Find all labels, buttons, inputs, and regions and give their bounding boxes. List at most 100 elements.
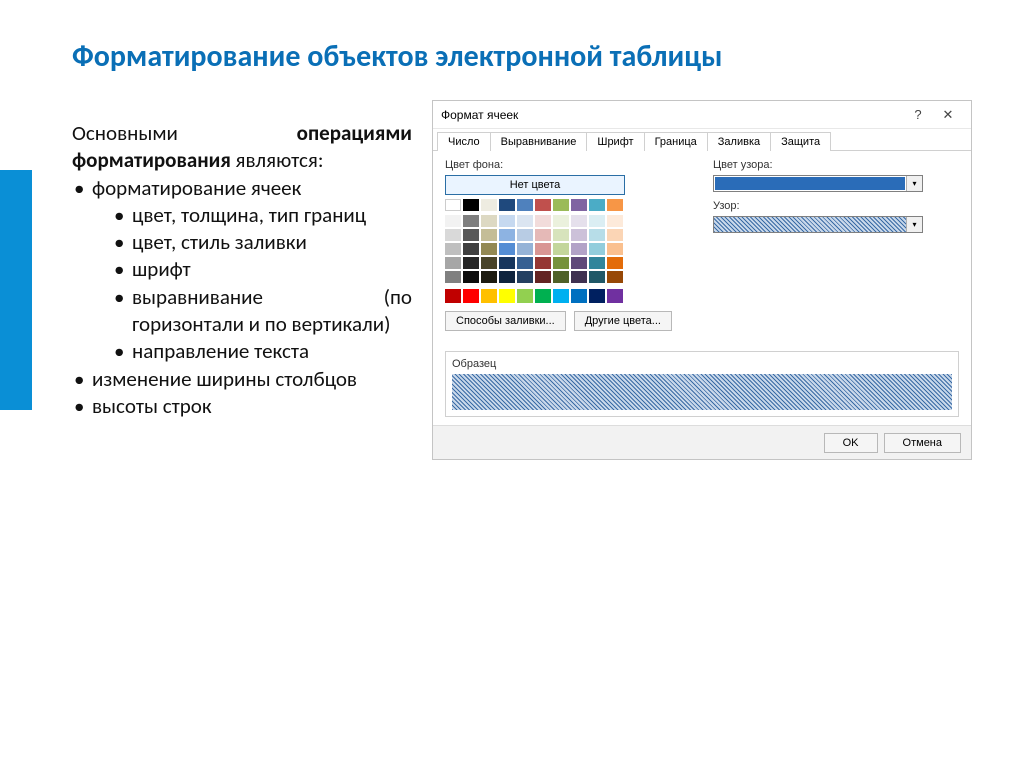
chevron-down-icon[interactable]: ▾ bbox=[906, 176, 922, 191]
sample-preview bbox=[452, 374, 952, 410]
tab-Заливка[interactable]: Заливка bbox=[707, 132, 771, 151]
color-swatch[interactable] bbox=[607, 215, 623, 227]
color-swatch[interactable] bbox=[445, 215, 461, 227]
color-swatch[interactable] bbox=[553, 199, 569, 211]
color-swatch[interactable] bbox=[571, 289, 587, 303]
color-swatch[interactable] bbox=[571, 257, 587, 269]
color-swatch[interactable] bbox=[499, 199, 515, 211]
color-swatch[interactable] bbox=[463, 229, 479, 241]
intro-paragraph: Основными операциями форматирования явля… bbox=[72, 120, 412, 175]
chevron-down-icon[interactable]: ▾ bbox=[906, 217, 922, 232]
ok-button[interactable]: OK bbox=[824, 433, 878, 453]
color-swatch[interactable] bbox=[535, 271, 551, 283]
tab-Шрифт[interactable]: Шрифт bbox=[586, 132, 644, 151]
pattern-dropdown[interactable]: ▾ bbox=[713, 216, 923, 233]
color-swatch[interactable] bbox=[589, 257, 605, 269]
color-swatch[interactable] bbox=[445, 289, 461, 303]
tab-Выравнивание[interactable]: Выравнивание bbox=[490, 132, 588, 151]
color-swatch[interactable] bbox=[607, 257, 623, 269]
color-swatch[interactable] bbox=[463, 271, 479, 283]
slide-body: Основными операциями форматирования явля… bbox=[72, 120, 412, 420]
color-swatch[interactable] bbox=[589, 199, 605, 211]
color-swatch[interactable] bbox=[517, 271, 533, 283]
color-swatch[interactable] bbox=[589, 215, 605, 227]
color-swatch[interactable] bbox=[463, 289, 479, 303]
other-colors-button[interactable]: Другие цвета... bbox=[574, 311, 672, 331]
color-swatch[interactable] bbox=[571, 199, 587, 211]
color-swatch[interactable] bbox=[571, 215, 587, 227]
color-swatch[interactable] bbox=[463, 199, 479, 211]
color-swatch[interactable] bbox=[481, 289, 497, 303]
color-swatch[interactable] bbox=[499, 215, 515, 227]
color-swatch[interactable] bbox=[571, 271, 587, 283]
color-swatch[interactable] bbox=[607, 199, 623, 211]
color-swatch[interactable] bbox=[607, 271, 623, 283]
color-swatch[interactable] bbox=[445, 243, 461, 255]
help-icon[interactable]: ? bbox=[903, 107, 933, 122]
tab-Граница[interactable]: Граница bbox=[644, 132, 708, 151]
color-swatch[interactable] bbox=[535, 229, 551, 241]
color-swatch[interactable] bbox=[517, 199, 533, 211]
color-swatch[interactable] bbox=[553, 243, 569, 255]
cancel-button[interactable]: Отмена bbox=[884, 433, 961, 453]
dialog-title: Формат ячеек bbox=[441, 108, 903, 122]
color-swatch[interactable] bbox=[481, 215, 497, 227]
color-swatch[interactable] bbox=[553, 289, 569, 303]
color-swatch[interactable] bbox=[499, 257, 515, 269]
color-swatch[interactable] bbox=[589, 243, 605, 255]
color-swatch[interactable] bbox=[517, 243, 533, 255]
color-swatch[interactable] bbox=[499, 289, 515, 303]
color-swatch[interactable] bbox=[445, 257, 461, 269]
color-swatch[interactable] bbox=[607, 289, 623, 303]
color-swatch[interactable] bbox=[481, 243, 497, 255]
pattern-color-dropdown[interactable]: ▾ bbox=[713, 175, 923, 192]
list-item: изменение ширины столбцов bbox=[72, 366, 412, 393]
color-swatch[interactable] bbox=[589, 229, 605, 241]
color-swatch[interactable] bbox=[571, 229, 587, 241]
color-swatch[interactable] bbox=[535, 215, 551, 227]
color-swatch[interactable] bbox=[517, 229, 533, 241]
color-swatch[interactable] bbox=[445, 229, 461, 241]
pattern-swatch bbox=[714, 217, 906, 232]
color-swatch[interactable] bbox=[499, 271, 515, 283]
color-swatch[interactable] bbox=[517, 215, 533, 227]
color-swatch[interactable] bbox=[607, 243, 623, 255]
color-swatch[interactable] bbox=[481, 271, 497, 283]
color-swatch[interactable] bbox=[499, 229, 515, 241]
color-swatch[interactable] bbox=[553, 257, 569, 269]
color-swatch[interactable] bbox=[535, 289, 551, 303]
color-swatch[interactable] bbox=[463, 215, 479, 227]
color-swatch[interactable] bbox=[589, 271, 605, 283]
color-swatch[interactable] bbox=[553, 229, 569, 241]
color-swatch[interactable] bbox=[445, 271, 461, 283]
color-swatch[interactable] bbox=[445, 199, 461, 211]
color-swatch[interactable] bbox=[571, 243, 587, 255]
dialog-body: Цвет фона: Нет цвета Способы заливки... … bbox=[433, 151, 971, 339]
color-swatch[interactable] bbox=[463, 243, 479, 255]
color-swatch[interactable] bbox=[481, 229, 497, 241]
list-item: цвет, толщина, тип границ bbox=[92, 202, 412, 229]
accent-bar bbox=[0, 170, 32, 410]
tab-Защита[interactable]: Защита bbox=[770, 132, 831, 151]
color-swatch[interactable] bbox=[499, 243, 515, 255]
tab-Число[interactable]: Число bbox=[437, 132, 491, 151]
color-swatch[interactable] bbox=[463, 257, 479, 269]
color-swatch[interactable] bbox=[517, 289, 533, 303]
pattern-color-swatch bbox=[715, 177, 905, 190]
color-swatch[interactable] bbox=[481, 199, 497, 211]
list-item: форматирование ячеекцвет, толщина, тип г… bbox=[72, 175, 412, 366]
color-swatch[interactable] bbox=[535, 243, 551, 255]
close-icon[interactable]: ✕ bbox=[933, 107, 963, 123]
color-swatch[interactable] bbox=[481, 257, 497, 269]
color-swatch[interactable] bbox=[589, 289, 605, 303]
no-color-button[interactable]: Нет цвета bbox=[445, 175, 625, 195]
color-swatch[interactable] bbox=[535, 257, 551, 269]
list-item: высоты строк bbox=[72, 393, 412, 420]
format-cells-dialog: Формат ячеек ? ✕ ЧислоВыравниваниеШрифтГ… bbox=[432, 100, 972, 460]
color-swatch[interactable] bbox=[535, 199, 551, 211]
color-swatch[interactable] bbox=[607, 229, 623, 241]
color-swatch[interactable] bbox=[553, 215, 569, 227]
color-swatch[interactable] bbox=[553, 271, 569, 283]
fill-effects-button[interactable]: Способы заливки... bbox=[445, 311, 566, 331]
color-swatch[interactable] bbox=[517, 257, 533, 269]
